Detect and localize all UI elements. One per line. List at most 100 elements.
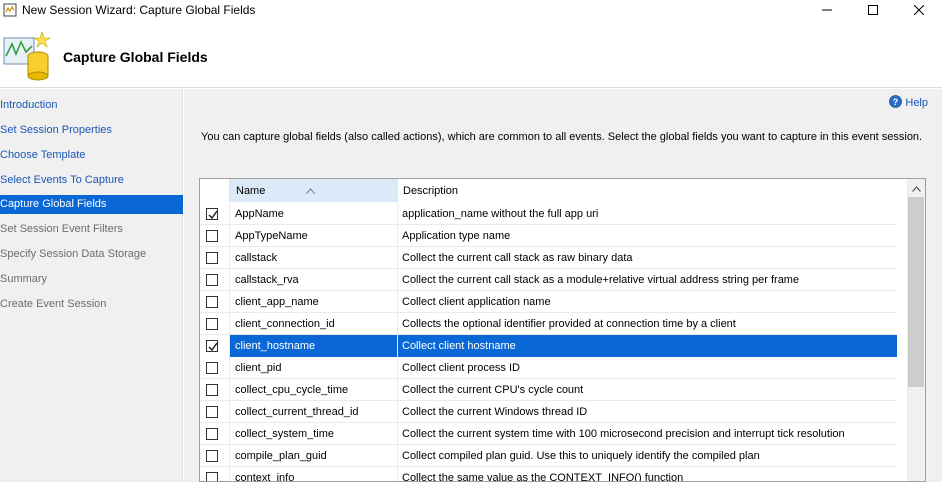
- field-name: client_connection_id: [230, 313, 398, 335]
- wizard-step-nav: Introduction Set Session Properties Choo…: [0, 89, 183, 482]
- check-cell: [200, 379, 230, 401]
- chevron-up-icon: [911, 181, 921, 195]
- field-name: client_app_name: [230, 291, 398, 313]
- table-row[interactable]: compile_plan_guid Collect compiled plan …: [200, 445, 897, 467]
- row-checkbox[interactable]: [206, 472, 218, 481]
- row-checkbox[interactable]: [206, 296, 218, 308]
- check-cell: [200, 357, 230, 379]
- nav-item-specify-session-data-storage: Specify Session Data Storage: [0, 248, 147, 260]
- minimize-icon: [822, 4, 832, 18]
- row-checkbox[interactable]: [206, 362, 218, 374]
- row-checkbox[interactable]: [206, 406, 218, 418]
- check-cell: [200, 467, 230, 481]
- check-cell: [200, 401, 230, 423]
- field-name: compile_plan_guid: [230, 445, 398, 467]
- check-cell: [200, 445, 230, 467]
- close-button[interactable]: [896, 0, 942, 22]
- column-header-description[interactable]: Description: [398, 179, 907, 202]
- nav-item-choose-template[interactable]: Choose Template: [0, 146, 183, 165]
- field-name: client_pid: [230, 357, 398, 379]
- nav-item-set-session-properties[interactable]: Set Session Properties: [0, 121, 183, 140]
- field-description: Collect client application name: [402, 296, 551, 308]
- field-description: Collect client hostname: [402, 340, 516, 352]
- field-description: Collects the optional identifier provide…: [402, 318, 736, 330]
- field-name: collect_system_time: [230, 423, 398, 445]
- row-checkbox[interactable]: [206, 428, 218, 440]
- nav-item-create-event-session: Create Event Session: [0, 298, 107, 310]
- table-row[interactable]: callstack Collect the current call stack…: [200, 247, 897, 269]
- check-cell: [200, 203, 230, 225]
- maximize-button[interactable]: [850, 0, 896, 22]
- instruction-text: You can capture global fields (also call…: [201, 131, 923, 143]
- column-header-name[interactable]: Name: [230, 179, 398, 202]
- row-checkbox[interactable]: [206, 384, 218, 396]
- field-description: Collect the current call stack as raw bi…: [402, 252, 633, 264]
- field-name: collect_current_thread_id: [230, 401, 398, 423]
- minimize-button[interactable]: [804, 0, 850, 22]
- row-checkbox[interactable]: [206, 318, 218, 330]
- table-row[interactable]: AppName application_name without the ful…: [200, 203, 897, 225]
- field-name: callstack: [230, 247, 398, 269]
- page-title: Capture Global Fields: [63, 49, 208, 65]
- check-cell: [200, 291, 230, 313]
- nav-item-summary: Summary: [0, 273, 48, 285]
- table-row[interactable]: AppTypeName Application type name: [200, 225, 897, 247]
- field-description: Collect the current system time with 100…: [402, 428, 845, 440]
- field-name: client_hostname: [230, 335, 398, 357]
- table-row[interactable]: collect_system_time Collect the current …: [200, 423, 897, 445]
- wizard-header: Capture Global Fields: [0, 22, 942, 88]
- check-cell: [200, 313, 230, 335]
- row-checkbox[interactable]: [206, 230, 218, 242]
- column-header-check: [200, 179, 230, 202]
- check-cell: [200, 335, 230, 357]
- check-cell: [200, 269, 230, 291]
- nav-item-capture-global-fields[interactable]: Capture Global Fields: [0, 195, 183, 214]
- row-checkbox[interactable]: [206, 252, 218, 264]
- table-row[interactable]: callstack_rva Collect the current call s…: [200, 269, 897, 291]
- grid-header: Name Description: [200, 179, 907, 202]
- table-row[interactable]: collect_cpu_cycle_time Collect the curre…: [200, 379, 897, 401]
- field-description: Collect the current CPU's cycle count: [402, 384, 584, 396]
- vertical-scrollbar[interactable]: [907, 179, 925, 481]
- field-description: Collect the current Windows thread ID: [402, 406, 588, 418]
- scroll-thumb[interactable]: [908, 197, 924, 387]
- row-checkbox[interactable]: [206, 340, 218, 352]
- table-row-selected[interactable]: client_hostname Collect client hostname: [200, 335, 897, 357]
- field-description: Collect the same value as the CONTEXT_IN…: [402, 472, 684, 482]
- field-description: Application type name: [402, 230, 511, 242]
- table-row[interactable]: context_info Collect the same value as t…: [200, 467, 897, 482]
- field-description: Collect client process ID: [402, 362, 520, 374]
- help-label: Help: [905, 97, 928, 109]
- check-cell: [200, 423, 230, 445]
- row-checkbox[interactable]: [206, 274, 218, 286]
- field-name: AppName: [230, 203, 398, 225]
- title-bar: New Session Wizard: Capture Global Field…: [0, 0, 942, 22]
- window-title: New Session Wizard: Capture Global Field…: [22, 3, 256, 17]
- table-row[interactable]: collect_current_thread_id Collect the cu…: [200, 401, 897, 423]
- sort-ascending-icon: [306, 179, 315, 203]
- check-cell: [200, 225, 230, 247]
- global-fields-grid: Name Description AppName application_nam…: [199, 178, 926, 482]
- table-row[interactable]: client_pid Collect client process ID: [200, 357, 897, 379]
- field-name: collect_cpu_cycle_time: [230, 379, 398, 401]
- help-icon: ?: [889, 95, 903, 111]
- scroll-up-button[interactable]: [907, 179, 925, 197]
- table-row[interactable]: client_app_name Collect client applicati…: [200, 291, 897, 313]
- field-description: Collect the current call stack as a modu…: [402, 274, 800, 286]
- svg-text:?: ?: [893, 97, 899, 107]
- nav-item-introduction[interactable]: Introduction: [0, 96, 183, 115]
- column-header-name-label: Name: [236, 185, 266, 197]
- field-name: AppTypeName: [230, 225, 398, 247]
- field-name: callstack_rva: [230, 269, 398, 291]
- nav-item-set-session-event-filters: Set Session Event Filters: [0, 223, 123, 235]
- maximize-icon: [868, 4, 878, 18]
- check-cell: [200, 247, 230, 269]
- help-link[interactable]: ? Help: [889, 95, 928, 111]
- field-description: Collect compiled plan guid. Use this to …: [402, 450, 760, 462]
- nav-item-select-events[interactable]: Select Events To Capture: [0, 171, 183, 190]
- app-icon: [3, 3, 17, 17]
- field-description: application_name without the full app ur…: [402, 208, 599, 220]
- row-checkbox[interactable]: [206, 450, 218, 462]
- row-checkbox[interactable]: [206, 208, 218, 220]
- table-row[interactable]: client_connection_id Collects the option…: [200, 313, 897, 335]
